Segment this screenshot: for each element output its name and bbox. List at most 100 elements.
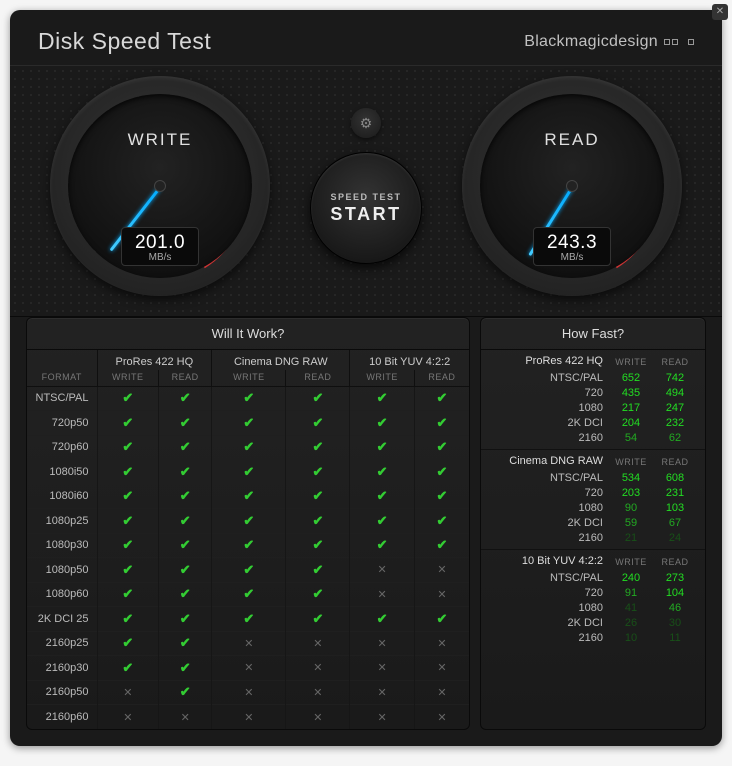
hf-write-label: WRITE <box>609 355 653 367</box>
check-icon: ✔ <box>212 607 286 632</box>
format-cell: 2K DCI 25 <box>27 607 97 632</box>
cross-icon: ✕ <box>414 582 469 607</box>
hf-write-value: 435 <box>609 387 653 399</box>
table-row: 2160p60✕✕✕✕✕✕ <box>27 705 469 730</box>
hf-read-label: READ <box>653 355 697 367</box>
hf-row: NTSC/PAL 534 608 <box>481 470 705 485</box>
read-gauge-label: READ <box>462 130 682 150</box>
wiw-table: ProRes 422 HQCinema DNG RAW10 Bit YUV 4:… <box>27 350 469 729</box>
hf-read-value: 103 <box>653 502 697 514</box>
hf-format: 2K DCI <box>481 617 609 629</box>
table-row: 2K DCI 25✔✔✔✔✔✔ <box>27 607 469 632</box>
check-icon: ✔ <box>414 411 469 436</box>
hf-section: ProRes 422 HQ WRITE READNTSC/PAL 652 742… <box>481 350 705 450</box>
read-readout: 243.3 MB/s <box>533 227 611 266</box>
hf-format: NTSC/PAL <box>481 472 609 484</box>
check-icon: ✔ <box>286 509 350 534</box>
format-cell: 2160p60 <box>27 705 97 730</box>
app-window: ✕ Disk Speed Test Blackmagicdesign WRITE… <box>10 10 722 746</box>
hf-row: 2K DCI 26 30 <box>481 615 705 630</box>
brand-icon <box>664 39 694 45</box>
hf-read-value: 247 <box>653 402 697 414</box>
table-row: 2160p25✔✔✕✕✕✕ <box>27 631 469 656</box>
codec-header: 10 Bit YUV 4:2:2 <box>350 350 469 370</box>
read-value: 243.3 <box>546 232 598 254</box>
settings-button[interactable]: ⚙ <box>351 108 381 138</box>
hf-format: 2160 <box>481 432 609 444</box>
hf-read-value: 46 <box>653 602 697 614</box>
format-cell: 1080i60 <box>27 484 97 509</box>
check-icon: ✔ <box>414 509 469 534</box>
cross-icon: ✕ <box>414 656 469 681</box>
check-icon: ✔ <box>286 533 350 558</box>
check-icon: ✔ <box>212 582 286 607</box>
hf-write-value: 59 <box>609 517 653 529</box>
cross-icon: ✕ <box>212 680 286 705</box>
format-cell: NTSC/PAL <box>27 386 97 411</box>
write-gauge: WRITE 201.0 MB/s <box>50 76 270 296</box>
check-icon: ✔ <box>97 435 159 460</box>
check-icon: ✔ <box>350 411 414 436</box>
hf-format: NTSC/PAL <box>481 572 609 584</box>
check-icon: ✔ <box>212 435 286 460</box>
check-icon: ✔ <box>350 607 414 632</box>
check-icon: ✔ <box>286 607 350 632</box>
how-fast-panel: How Fast? ProRes 422 HQ WRITE READNTSC/P… <box>480 317 706 730</box>
check-icon: ✔ <box>286 484 350 509</box>
check-icon: ✔ <box>350 435 414 460</box>
check-icon: ✔ <box>212 558 286 583</box>
cross-icon: ✕ <box>414 631 469 656</box>
hf-codec: 10 Bit YUV 4:2:2 <box>481 555 609 567</box>
hf-format: 720 <box>481 387 609 399</box>
start-button[interactable]: SPEED TEST START <box>310 152 422 264</box>
hf-row: 1080 41 46 <box>481 600 705 615</box>
check-icon: ✔ <box>286 386 350 411</box>
hf-read-value: 62 <box>653 432 697 444</box>
hf-codec: Cinema DNG RAW <box>481 455 609 467</box>
check-icon: ✔ <box>97 460 159 485</box>
cross-icon: ✕ <box>414 705 469 730</box>
check-icon: ✔ <box>97 558 159 583</box>
table-row: 2160p30✔✔✕✕✕✕ <box>27 656 469 681</box>
check-icon: ✔ <box>97 631 159 656</box>
check-icon: ✔ <box>414 607 469 632</box>
codec-header: ProRes 422 HQ <box>97 350 212 370</box>
cross-icon: ✕ <box>159 705 212 730</box>
cross-icon: ✕ <box>212 631 286 656</box>
sub-header: WRITE <box>97 370 159 386</box>
hf-format: 720 <box>481 487 609 499</box>
write-gauge-label: WRITE <box>50 130 270 150</box>
hf-section: 10 Bit YUV 4:2:2 WRITE READNTSC/PAL 240 … <box>481 550 705 649</box>
hf-write-value: 91 <box>609 587 653 599</box>
hf-codec: ProRes 422 HQ <box>481 355 609 367</box>
brand-label: Blackmagicdesign <box>524 33 694 51</box>
hf-write-value: 10 <box>609 632 653 644</box>
format-cell: 1080p30 <box>27 533 97 558</box>
hf-row: 720 91 104 <box>481 585 705 600</box>
format-cell: 1080p25 <box>27 509 97 534</box>
format-cell: 720p60 <box>27 435 97 460</box>
hf-format: 2160 <box>481 632 609 644</box>
check-icon: ✔ <box>159 582 212 607</box>
sub-header: READ <box>414 370 469 386</box>
hf-format: 2K DCI <box>481 417 609 429</box>
format-cell: 1080p50 <box>27 558 97 583</box>
cross-icon: ✕ <box>350 656 414 681</box>
close-button[interactable]: ✕ <box>712 4 728 20</box>
check-icon: ✔ <box>212 386 286 411</box>
hf-read-value: 232 <box>653 417 697 429</box>
check-icon: ✔ <box>350 386 414 411</box>
check-icon: ✔ <box>159 435 212 460</box>
hf-read-value: 104 <box>653 587 697 599</box>
hf-write-value: 652 <box>609 372 653 384</box>
hf-read-label: READ <box>653 455 697 467</box>
format-label: FORMAT <box>27 370 97 386</box>
check-icon: ✔ <box>97 411 159 436</box>
table-row: 1080p60✔✔✔✔✕✕ <box>27 582 469 607</box>
table-row: 1080p25✔✔✔✔✔✔ <box>27 509 469 534</box>
cross-icon: ✕ <box>97 705 159 730</box>
check-icon: ✔ <box>286 411 350 436</box>
table-row: 720p60✔✔✔✔✔✔ <box>27 435 469 460</box>
format-cell: 2160p25 <box>27 631 97 656</box>
format-cell: 2160p50 <box>27 680 97 705</box>
